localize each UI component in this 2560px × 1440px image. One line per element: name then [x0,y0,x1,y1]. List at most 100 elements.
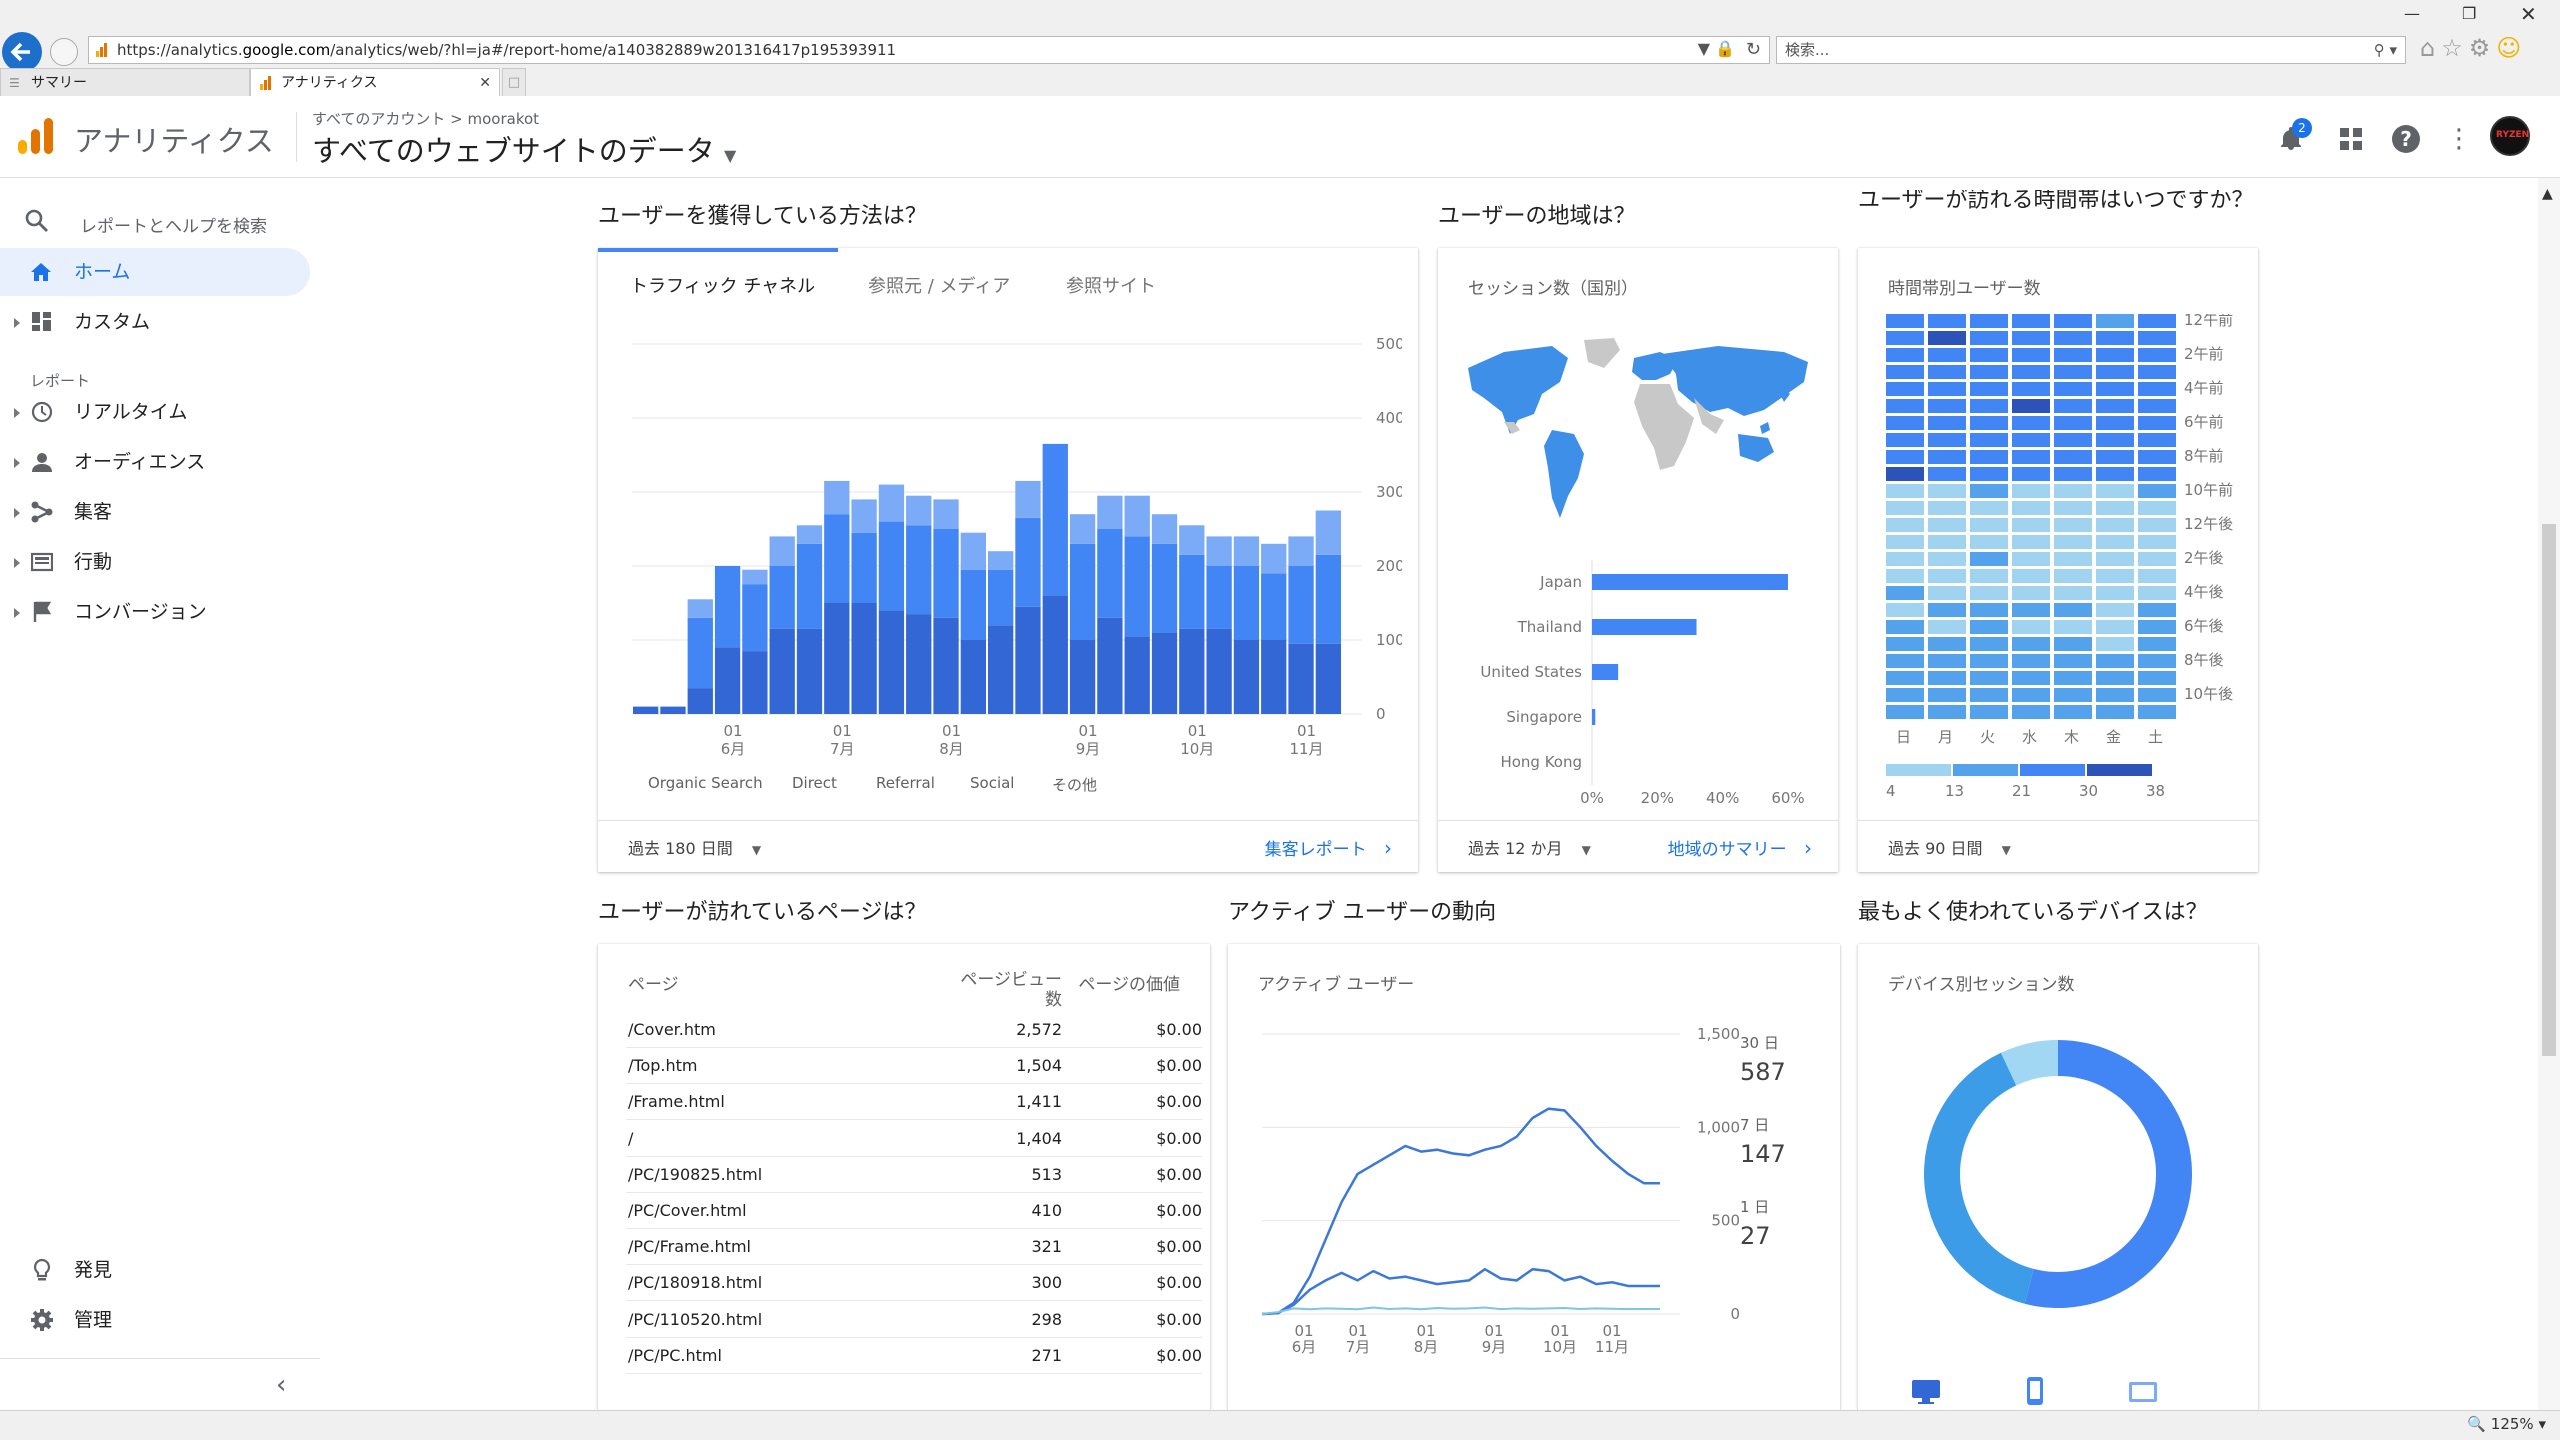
sidebar-item-custom[interactable]: カスタム [0,298,310,346]
sidebar-search-label: レポートとヘルプを検索 [80,217,267,237]
breadcrumb[interactable]: すべてのアカウント > moorakot [312,108,539,129]
tab-traffic-channel[interactable]: トラフィック チャネル [598,248,838,304]
help-icon[interactable]: ? [2392,125,2420,153]
vertical-scrollbar[interactable]: ▲ [2538,178,2560,1410]
close-tab-icon[interactable]: ✕ [479,69,491,97]
sidebar-item-audience[interactable]: オーディエンス [0,438,310,486]
table-row[interactable]: /PC/Frame.html 321 $0.00 [626,1229,1202,1266]
sidebar-item-realtime[interactable]: リアルタイム [0,388,310,436]
page-path[interactable]: /Frame.html [628,1084,725,1120]
analytics-logo-icon[interactable] [18,118,54,154]
hour-label: 10午前 [2184,481,2233,499]
geo-summary-link[interactable]: 地域のサマリー › [1668,835,1812,860]
scroll-up-icon[interactable]: ▲ [2542,186,2553,202]
heatmap-cell [1886,331,1924,345]
page-path[interactable]: /PC/Cover.html [628,1193,747,1229]
sidebar-item-admin[interactable]: 管理 [0,1296,310,1344]
heatmap-cell [2054,433,2092,447]
back-button[interactable] [2,32,42,72]
sidebar-item-behavior[interactable]: 行動 [0,538,310,586]
bar-referral [878,484,905,522]
sidebar-item-acquisition[interactable]: 集客 [0,488,310,536]
avatar[interactable]: RYZEN [2490,116,2530,156]
stat-7d-label: 7 日 [1740,1116,1770,1134]
heatmap-cell [1970,382,2008,396]
chevron-right-icon: › [1384,836,1392,860]
legend-referral: Referral [876,774,935,792]
heatmap-cell [1886,518,1924,532]
acquisition-period-dropdown[interactable]: 過去 180 日間 ▼ [628,835,761,859]
table-row[interactable]: /PC/180918.html 300 $0.00 [626,1265,1202,1302]
product-name: アナリティクス [74,124,274,158]
geo-card: セッション数（国別） Japan Thailand United States Sin… [1438,248,1838,872]
page-path[interactable]: /PC/Frame.html [628,1229,751,1265]
collapse-sidebar-icon[interactable]: ‹ [276,1370,286,1400]
heatmap-cell [2096,535,2134,549]
bar-organic-search [824,603,850,714]
address-bar[interactable]: https://analytics.google.com/analytics/w… [88,36,1770,64]
table-row[interactable]: /PC/190825.html 513 $0.00 [626,1157,1202,1193]
x-tick-label: 20% [1641,789,1674,807]
window-restore-button[interactable]: ❐ [2462,4,2476,23]
tab-analytics[interactable]: アナリティクス ✕ [250,68,500,96]
page-path[interactable]: /PC/180918.html [628,1265,762,1301]
table-row[interactable]: /PC/110520.html 298 $0.00 [626,1302,1202,1338]
y-tick-label: 1,000 [1697,1118,1740,1136]
sidebar-item-home[interactable]: ホーム [0,248,310,296]
bar-direct [933,529,959,618]
heatmap-cell [2054,331,2092,345]
sidebar-item-conversions[interactable]: コンバージョン [0,588,310,636]
table-row[interactable]: /PC/PC.html 271 $0.00 [626,1338,1202,1374]
table-row[interactable]: /Top.htm 1,504 $0.00 [626,1048,1202,1085]
time-period-dropdown[interactable]: 過去 90 日間 ▼ [1888,835,2011,859]
heatmap-cell [2138,637,2176,651]
refresh-icon[interactable]: ↻ [1746,37,1761,63]
search-icon[interactable]: ⚲ ▾ [2374,37,2397,63]
view-selector[interactable]: すべてのウェブサイトのデータ ▼ [312,128,736,170]
apps-icon[interactable] [2340,128,2362,150]
sidebar-item-discover[interactable]: 発見 [0,1246,310,1294]
geo-period-dropdown[interactable]: 過去 12 か月 ▼ [1468,835,1591,859]
heatmap-cell [2096,382,2134,396]
more-options-icon[interactable]: ⋮ [2446,122,2472,156]
heatmap-cell [1970,314,2008,328]
devices-card: デバイス別セッション数 [1858,944,2258,1414]
breadcrumb-root[interactable]: すべてのアカウント [312,110,445,128]
page-path[interactable]: /PC/190825.html [628,1157,762,1193]
forward-button[interactable] [50,38,78,66]
sidebar-search[interactable]: レポートとヘルプを検索 [24,200,304,240]
table-row[interactable]: / 1,404 $0.00 [626,1121,1202,1157]
hour-label: 2午後 [2184,549,2224,567]
heatmap-cell [1928,348,1966,362]
page-path[interactable]: /PC/110520.html [628,1302,762,1338]
page-path[interactable]: /Cover.htm [628,1012,716,1048]
heatmap-cell [2012,314,2050,328]
new-tab-button[interactable]: □ [502,68,526,96]
heatmap-cell [2096,688,2134,702]
notifications-button[interactable]: 2 [2276,118,2312,154]
table-row[interactable]: /Frame.html 1,411 $0.00 [626,1084,1202,1121]
tab-summary[interactable]: ☰ サマリー [0,68,250,96]
line-series [1261,1267,1660,1316]
page-path[interactable]: /Top.htm [628,1048,697,1084]
table-row[interactable]: /PC/Cover.html 410 $0.00 [626,1193,1202,1229]
table-row[interactable]: /Cover.htm 2,572 $0.00 [626,1012,1202,1048]
browser-search-field[interactable]: 検索... ⚲ ▾ [1776,36,2406,64]
window-close-button[interactable]: ✕ [2520,2,2537,26]
window-minimize-button[interactable]: — [2404,4,2420,23]
zoom-level[interactable]: 🔍 125% ▾ [2467,1415,2546,1433]
browser-chrome: https://analytics.google.com/analytics/w… [0,0,2560,96]
page-path[interactable]: /PC/PC.html [628,1338,722,1374]
device-donut-chart [1924,1040,2193,1308]
tab-referrals[interactable]: 参照サイト [1066,272,1156,298]
bar-referral [1261,543,1287,574]
bar-organic-search [878,610,905,714]
bar-referral [796,525,823,544]
heatmap-cell [2096,399,2134,413]
acquisition-report-link[interactable]: 集客レポート › [1265,835,1392,860]
scrollbar-thumb[interactable] [2542,524,2556,1056]
page-path[interactable]: / [628,1121,633,1157]
heatmap-cell [2096,552,2134,566]
breadcrumb-account[interactable]: moorakot [468,110,540,128]
tab-source-medium[interactable]: 参照元 / メディア [868,272,1010,298]
